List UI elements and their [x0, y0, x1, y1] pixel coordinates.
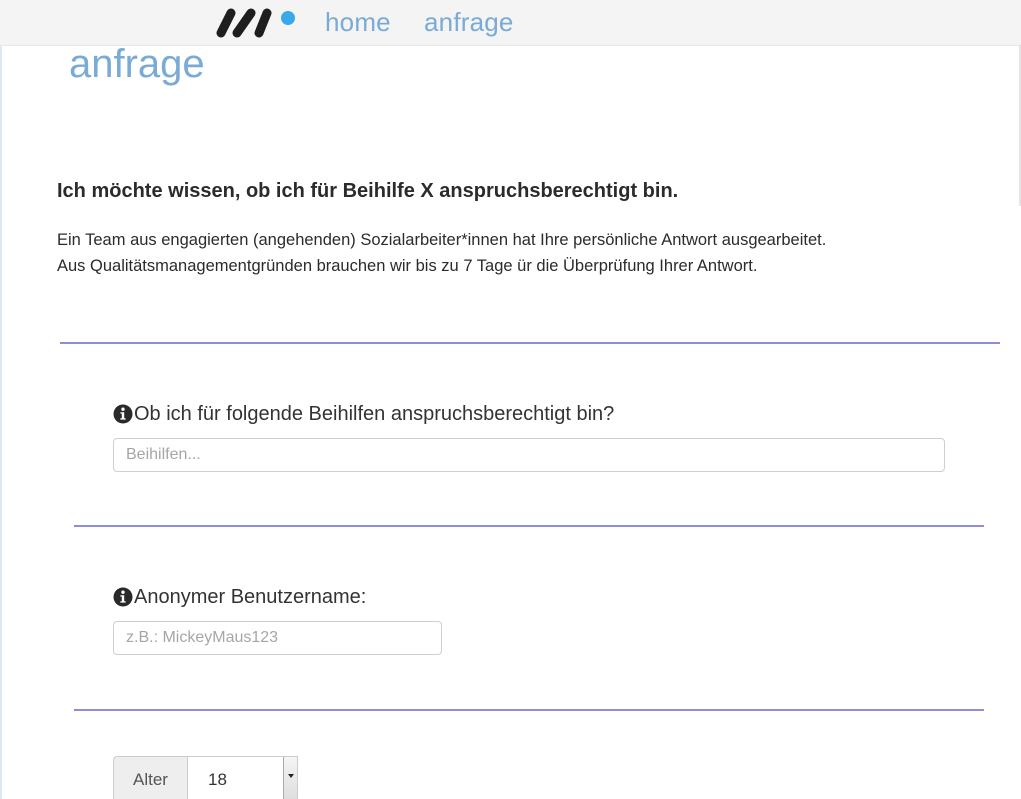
brand-logo-icon[interactable]: [215, 6, 297, 38]
section-divider: [74, 525, 984, 527]
beihilfen-label-text: Ob ich für folgende Beihilfen anspruchsb…: [134, 403, 615, 425]
username-label-text: Anonymer Benutzername:: [134, 586, 367, 608]
info-circle-icon[interactable]: [113, 404, 133, 424]
beihilfen-field-label: Ob ich für folgende Beihilfen anspruchsb…: [113, 400, 614, 428]
age-input-group: Alter 18: [113, 756, 298, 799]
section-divider: [74, 709, 984, 711]
intro-text-line-1: Ein Team aus engagierten (angehenden) So…: [57, 231, 827, 249]
age-select[interactable]: 18: [187, 756, 298, 799]
age-selected-value: 18: [208, 770, 227, 789]
username-field-label: Anonymer Benutzername:: [113, 583, 366, 611]
nav-link-home[interactable]: home: [325, 6, 391, 38]
age-label: Alter: [113, 756, 187, 799]
info-circle-icon[interactable]: [113, 587, 133, 607]
nav-link-anfrage[interactable]: anfrage: [424, 6, 514, 38]
page-edge-left: [0, 46, 2, 799]
intro-heading: Ich möchte wissen, ob ich für Beihilfe X…: [57, 180, 679, 202]
beihilfen-input[interactable]: [113, 438, 945, 472]
section-divider: [60, 342, 1000, 344]
intro-text-line-2: Aus Qualitätsmanagementgründen brauchen …: [57, 257, 758, 275]
dropdown-arrow-icon[interactable]: [283, 757, 297, 799]
page-title: anfrage: [69, 42, 205, 86]
username-input[interactable]: [113, 621, 442, 655]
